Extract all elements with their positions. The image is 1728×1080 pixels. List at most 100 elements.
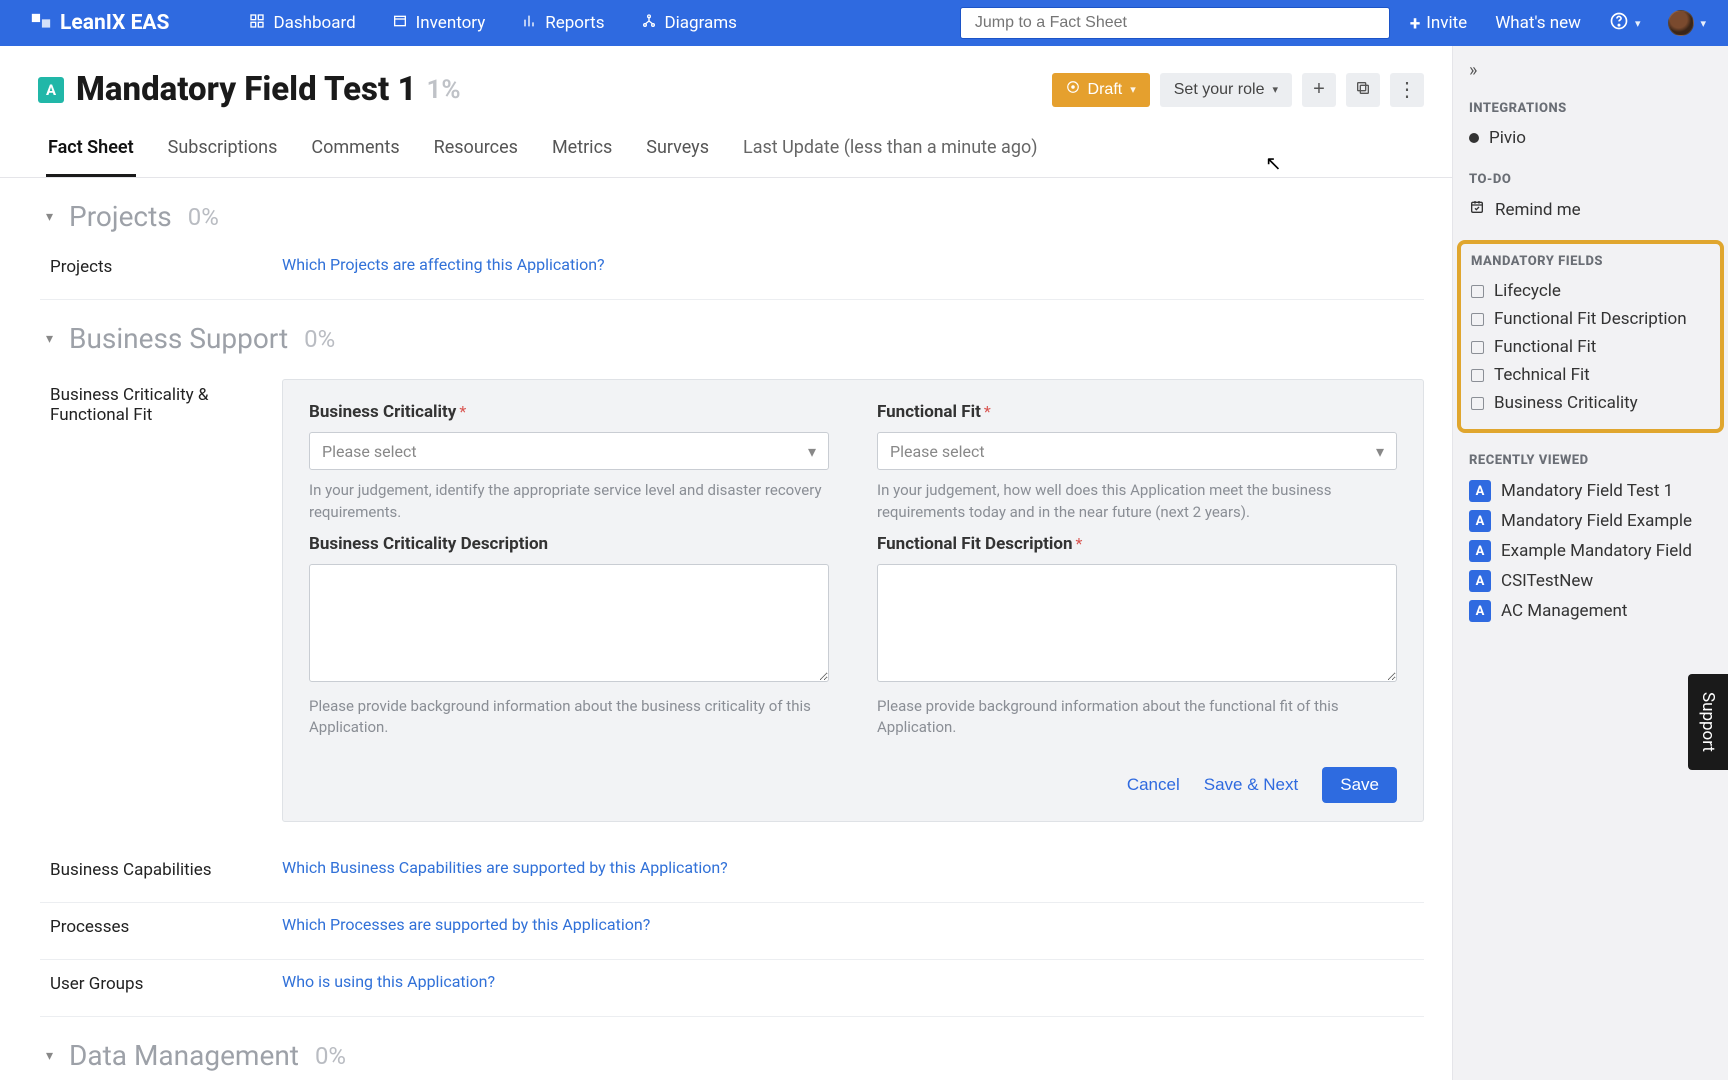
ff-label: Functional Fit <box>877 402 981 422</box>
rv-item[interactable]: AExample Mandatory Field <box>1469 536 1712 566</box>
field-business-criticality: Business Criticality* Please select ▾ In… <box>309 402 829 524</box>
checkbox-icon <box>1471 313 1484 326</box>
bcdesc-textarea[interactable] <box>309 564 829 682</box>
rv-item[interactable]: AMandatory Field Example <box>1469 506 1712 536</box>
tab-subscriptions-label: Subscriptions <box>168 137 278 158</box>
quality-seal-button[interactable]: Draft ▾ <box>1052 73 1150 107</box>
form-group-label: Business Criticality & Functional Fit <box>50 379 282 822</box>
row-bc-question[interactable]: Which Business Capabilities are supporte… <box>282 858 728 880</box>
role-label: Set your role <box>1174 81 1265 99</box>
tab-subscriptions[interactable]: Subscriptions <box>166 127 280 177</box>
support-tab[interactable]: Support <box>1688 674 1728 770</box>
row-proc-question[interactable]: Which Processes are supported by this Ap… <box>282 915 650 937</box>
factsheet-badge-icon: A <box>1469 480 1491 502</box>
reports-icon <box>521 13 537 34</box>
chevron-down-icon: ▾ <box>46 331 53 347</box>
last-update-info: Last Update (less than a minute ago) <box>741 127 1040 177</box>
rv-label: CSITestNew <box>1501 571 1593 591</box>
checkbox-icon <box>1471 369 1484 382</box>
save-next-button[interactable]: Save & Next <box>1204 767 1299 803</box>
section-projects-pct: 0% <box>188 203 219 231</box>
nav-diagrams[interactable]: Diagrams <box>641 13 737 34</box>
rv-label: AC Management <box>1501 601 1627 621</box>
save-button[interactable]: Save <box>1322 767 1397 803</box>
mf-item[interactable]: Technical Fit <box>1471 361 1710 389</box>
factsheet-badge-icon: A <box>1469 540 1491 562</box>
ff-help: In your judgement, how well does this Ap… <box>877 480 1397 524</box>
copy-button[interactable] <box>1346 73 1380 107</box>
rv-item[interactable]: AMandatory Field Test 1 <box>1469 476 1712 506</box>
row-projects-question[interactable]: Which Projects are affecting this Applic… <box>282 255 605 277</box>
right-panel: » INTEGRATIONS Pivio TO-DO Remind me MAN… <box>1452 46 1728 1080</box>
nav-reports-label: Reports <box>545 13 604 33</box>
help-menu[interactable]: ▾ <box>1609 11 1641 36</box>
mf-item[interactable]: Functional Fit <box>1471 333 1710 361</box>
add-button[interactable]: + <box>1302 73 1336 107</box>
tab-surveys-label: Surveys <box>646 137 709 158</box>
row-ug-question[interactable]: Who is using this Application? <box>282 972 495 994</box>
tab-metrics[interactable]: Metrics <box>550 127 614 177</box>
factsheet-badge-icon: A <box>1469 570 1491 592</box>
remind-me-label: Remind me <box>1495 200 1581 220</box>
chevron-down-icon: ▾ <box>1635 17 1641 30</box>
rv-item[interactable]: A AC Management <box>1469 596 1712 626</box>
dashboard-icon <box>249 13 265 34</box>
section-business-support-header[interactable]: ▾ Business Support 0% <box>40 300 1424 365</box>
cancel-button[interactable]: Cancel <box>1127 767 1180 803</box>
set-role-button[interactable]: Set your role ▾ <box>1160 73 1292 107</box>
collapse-panel-button[interactable]: » <box>1469 60 1712 81</box>
top-nav: LeanIX EAS Dashboard Inventory Reports D… <box>0 0 1728 46</box>
section-data-mgmt-title: Data Management <box>69 1039 299 1072</box>
rp-mandatory-heading: MANDATORY FIELDS <box>1471 254 1710 269</box>
chevron-down-icon: ▾ <box>808 442 816 461</box>
brand: LeanIX EAS <box>30 11 169 35</box>
nav-dashboard[interactable]: Dashboard <box>249 13 355 34</box>
topnav-right: + Invite What's new ▾ ▾ <box>1410 10 1706 36</box>
row-business-capabilities: Business Capabilities Which Business Cap… <box>40 846 1424 903</box>
plus-icon: + <box>1410 12 1420 35</box>
nav-diagrams-label: Diagrams <box>665 13 737 33</box>
row-bc-label: Business Capabilities <box>50 858 282 880</box>
ffdesc-textarea[interactable] <box>877 564 1397 682</box>
mf-item[interactable]: Lifecycle <box>1471 277 1710 305</box>
section-data-mgmt-header[interactable]: ▾ Data Management 0% <box>40 1017 1424 1072</box>
integration-pivio[interactable]: Pivio <box>1469 124 1712 152</box>
mf-item[interactable]: Functional Fit Description <box>1471 305 1710 333</box>
calendar-icon <box>1469 199 1485 220</box>
brand-logo-icon <box>30 12 52 34</box>
ff-select[interactable]: Please select ▾ <box>877 432 1397 470</box>
savenext-label: Save & Next <box>1204 775 1299 794</box>
factsheet-badge-icon: A <box>1469 510 1491 532</box>
status-dot-icon <box>1469 133 1479 143</box>
nav-inventory[interactable]: Inventory <box>392 13 486 34</box>
mf-label: Functional Fit <box>1494 337 1596 357</box>
profile-menu[interactable]: ▾ <box>1668 10 1706 36</box>
tab-factsheet-label: Fact Sheet <box>48 137 134 158</box>
invite-link[interactable]: + Invite <box>1410 12 1467 35</box>
tab-surveys[interactable]: Surveys <box>644 127 711 177</box>
mf-item[interactable]: Business Criticality <box>1471 389 1710 417</box>
search-input[interactable] <box>960 7 1390 39</box>
more-menu-button[interactable]: ⋮ <box>1390 73 1424 107</box>
tab-resources[interactable]: Resources <box>432 127 520 177</box>
factsheet-badge-icon: A <box>1469 600 1491 622</box>
bc-select[interactable]: Please select ▾ <box>309 432 829 470</box>
whats-new-link[interactable]: What's new <box>1495 13 1581 33</box>
section-projects-header[interactable]: ▾ Projects 0% <box>40 178 1424 243</box>
page-actions: Draft ▾ Set your role ▾ + ⋮ <box>1052 73 1424 107</box>
edit-card: Business Criticality* Please select ▾ In… <box>282 379 1424 822</box>
page-header: A Mandatory Field Test 1 1% Draft ▾ Set … <box>0 46 1452 109</box>
rv-item[interactable]: A CSITestNew <box>1469 566 1712 596</box>
required-marker: * <box>459 402 466 421</box>
todo-remind-me[interactable]: Remind me <box>1469 195 1712 224</box>
nav-dashboard-label: Dashboard <box>273 13 355 33</box>
chevron-down-icon: ▾ <box>46 209 53 225</box>
tab-factsheet[interactable]: Fact Sheet <box>46 127 136 177</box>
copy-icon <box>1355 80 1371 99</box>
nav-reports[interactable]: Reports <box>521 13 604 34</box>
tab-metrics-label: Metrics <box>552 137 612 158</box>
ffdesc-label: Functional Fit Description <box>877 534 1073 554</box>
page-title: Mandatory Field Test 1 <box>76 70 416 109</box>
tab-comments[interactable]: Comments <box>309 127 401 177</box>
mf-label: Technical Fit <box>1494 365 1590 385</box>
